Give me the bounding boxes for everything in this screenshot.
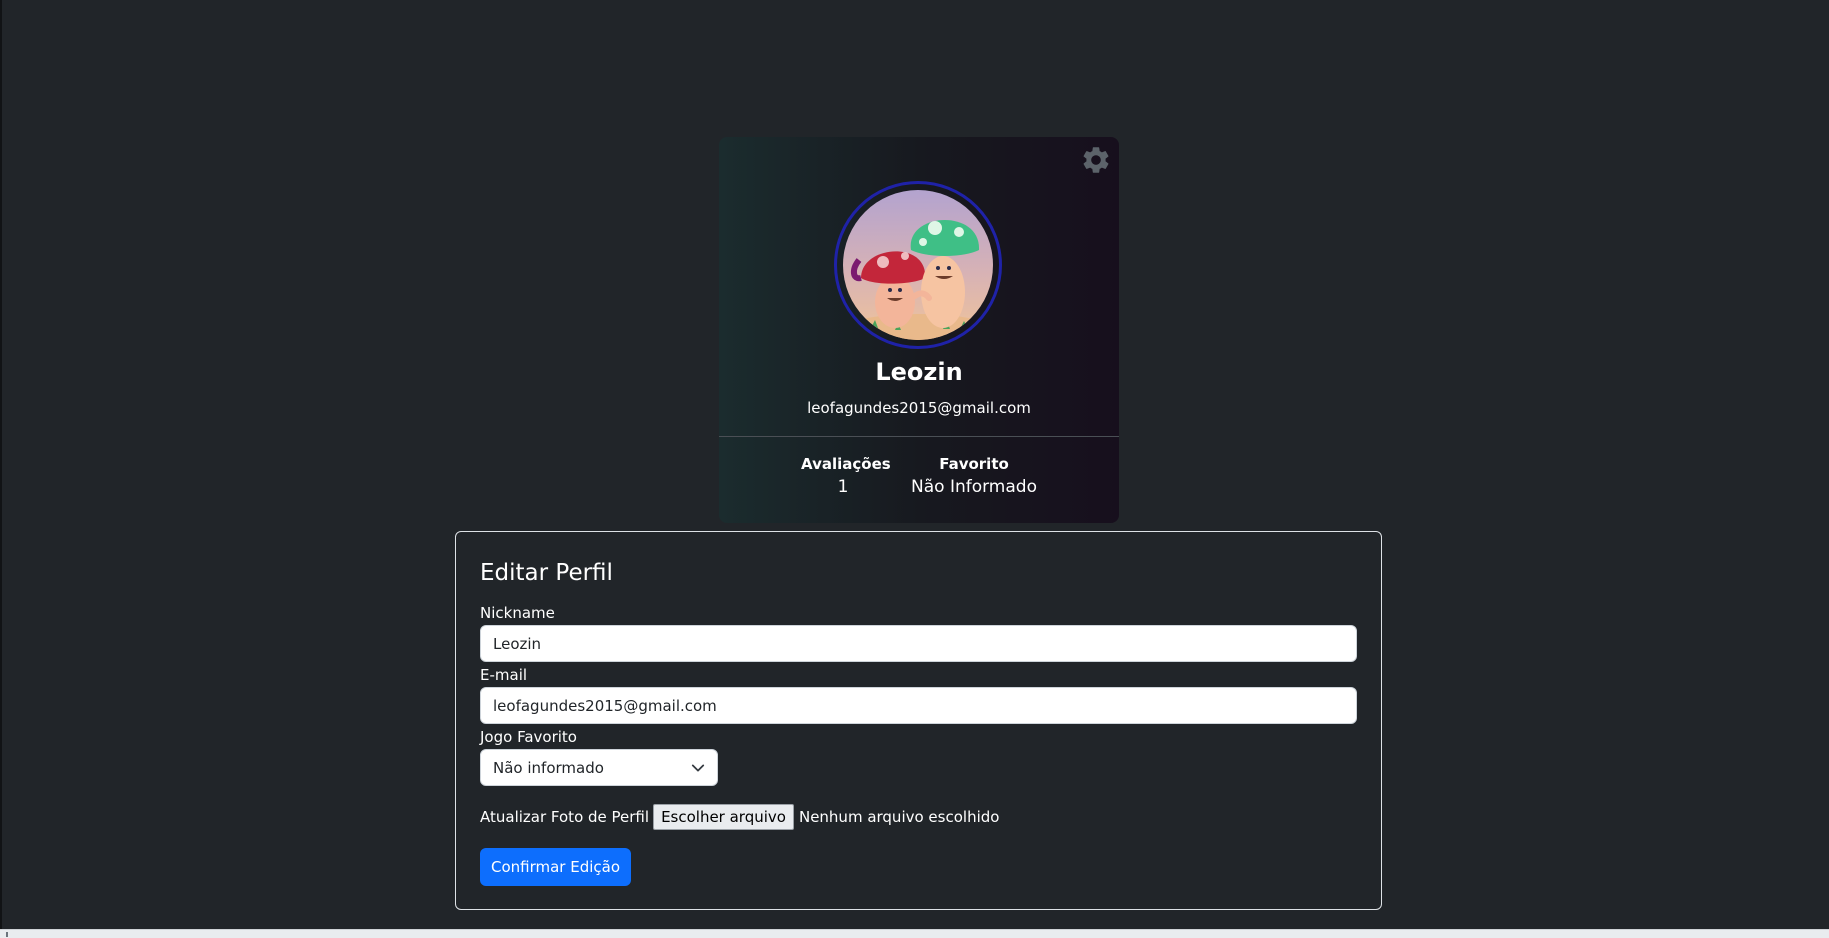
favorite-game-selected: Não informado (493, 758, 604, 777)
stat-favorite-value: Não Informado (911, 477, 1037, 497)
profile-name: Leozin (875, 358, 963, 386)
edit-profile-form: Editar Perfil Nickname E-mail Jogo Favor… (455, 531, 1382, 910)
window-left-edge (0, 0, 2, 937)
scrollbar-marker (6, 932, 8, 937)
nickname-input[interactable] (480, 625, 1357, 662)
stat-reviews-value: 1 (837, 477, 849, 497)
nickname-label: Nickname (480, 604, 555, 622)
edit-profile-title: Editar Perfil (480, 560, 613, 586)
avatar-ring (834, 181, 1002, 349)
profile-email: leofagundes2015@gmail.com (807, 399, 1031, 417)
favorite-game-select[interactable]: Não informado (480, 749, 718, 786)
favorite-game-label: Jogo Favorito (480, 728, 577, 746)
settings-button[interactable] (1079, 143, 1113, 177)
avatar (843, 190, 993, 340)
email-label: E-mail (480, 666, 528, 684)
photo-upload-label: Atualizar Foto de Perfil (480, 808, 650, 826)
choose-file-button[interactable]: Escolher arquivo (653, 804, 794, 830)
stat-favorite-label: Favorito (939, 455, 1009, 473)
profile-card: Leozin leofagundes2015@gmail.com Avaliaç… (719, 137, 1119, 523)
confirm-edit-button[interactable]: Confirmar Edição (480, 848, 631, 886)
photo-upload-row: Atualizar Foto de Perfil Escolher arquiv… (480, 803, 999, 831)
chevron-down-icon (691, 764, 705, 771)
mushroom-characters-avatar (843, 219, 993, 340)
stat-reviews-label: Avaliações (801, 455, 891, 473)
gear-icon (1083, 147, 1109, 173)
stat-reviews: Avaliações 1 (801, 455, 891, 497)
file-status: Nenhum arquivo escolhido (798, 808, 1000, 826)
stat-favorite: Favorito Não Informado (909, 455, 1039, 497)
profile-divider (719, 436, 1119, 437)
email-input[interactable] (480, 687, 1357, 724)
